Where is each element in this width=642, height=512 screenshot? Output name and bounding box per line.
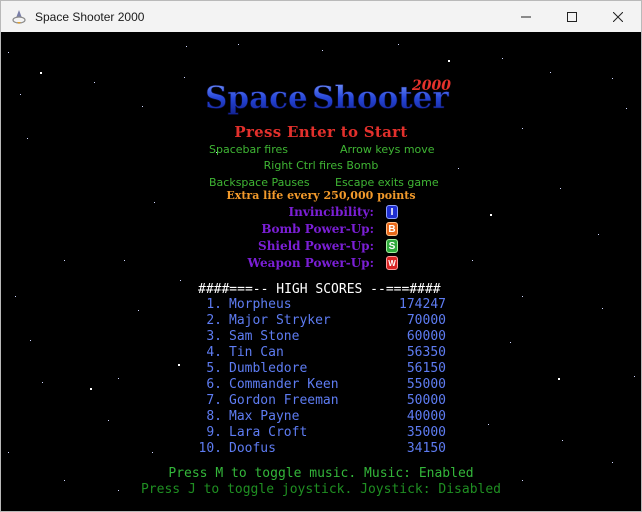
- game-screen[interactable]: Space Shooter 2000 Press Enter to Start …: [2, 32, 640, 511]
- instruction-escape: Escape exits game: [335, 176, 439, 189]
- instruction-right-ctrl: Right Ctrl fires Bomb: [263, 159, 379, 172]
- powerup-shield-label: Shield Power-Up:: [258, 239, 374, 253]
- powerup-invincibility-label: Invincibility:: [288, 205, 374, 219]
- score-name: Tin Can: [229, 345, 284, 360]
- score-value: 55000: [406, 377, 446, 392]
- score-value: 56350: [406, 345, 446, 360]
- score-name: Dumbledore: [229, 361, 308, 376]
- instruction-backspace: Backspace Pauses: [209, 176, 310, 189]
- high-scores-header: ####===-- HIGH SCORES --===####: [198, 282, 441, 297]
- score-rank: 10.: [198, 441, 222, 456]
- window-title: Space Shooter 2000: [35, 9, 145, 24]
- score-value: 174247: [399, 297, 446, 312]
- invincibility-powerup-icon: I: [386, 205, 398, 219]
- minimize-icon: [521, 16, 531, 17]
- score-name: Doofus: [229, 441, 276, 456]
- score-name: Commander Keen: [229, 377, 339, 392]
- score-name: Gordon Freeman: [229, 393, 339, 408]
- score-value: 34150: [406, 441, 446, 456]
- score-name: Sam Stone: [229, 329, 300, 344]
- score-value: 35000: [406, 425, 446, 440]
- logo-word-space: Space: [205, 80, 308, 116]
- maximize-icon: [567, 11, 577, 22]
- score-name: Morpheus: [229, 297, 292, 312]
- press-enter-text: Press Enter to Start: [234, 123, 408, 141]
- app-icon: [12, 9, 26, 24]
- score-rank: 8.: [206, 409, 222, 424]
- extra-life-text: Extra life every 250,000 points: [226, 189, 416, 202]
- score-value: 60000: [406, 329, 446, 344]
- score-value: 40000: [406, 409, 446, 424]
- score-rank: 2.: [206, 313, 222, 328]
- powerup-weapon-label: Weapon Power-Up:: [247, 256, 374, 270]
- bomb-powerup-icon: B: [386, 222, 398, 236]
- maximize-button[interactable]: [549, 1, 595, 32]
- joystick-toggle-text: Press J to toggle joystick. Joystick: Di…: [140, 482, 502, 497]
- logo-year: 2000: [411, 78, 451, 94]
- app-window: Space Shooter 2000 Space Shooter 2000 Pr…: [0, 0, 642, 512]
- minimize-button[interactable]: [503, 1, 549, 32]
- close-button[interactable]: [595, 1, 641, 32]
- weapon-powerup-icon: W: [386, 256, 398, 270]
- score-rank: 9.: [206, 425, 222, 440]
- close-icon: [613, 11, 623, 22]
- instruction-spacebar: Spacebar fires: [209, 143, 288, 156]
- game-logo: Space Shooter 2000: [205, 78, 452, 116]
- score-value: 70000: [406, 313, 446, 328]
- score-value: 56150: [406, 361, 446, 376]
- score-rank: 6.: [206, 377, 222, 392]
- music-toggle-text: Press M to toggle music. Music: Enabled: [168, 466, 474, 481]
- score-rank: 1.: [206, 297, 222, 312]
- score-name: Max Payne: [229, 409, 300, 424]
- score-rank: 7.: [206, 393, 222, 408]
- score-value: 50000: [406, 393, 446, 408]
- score-rank: 5.: [206, 361, 222, 376]
- score-name: Major Stryker: [229, 313, 331, 328]
- powerup-bomb-label: Bomb Power-Up:: [261, 222, 374, 236]
- score-rank: 4.: [206, 345, 222, 360]
- title-bar[interactable]: Space Shooter 2000: [1, 1, 641, 32]
- instruction-arrows: Arrow keys move: [340, 143, 435, 156]
- score-name: Lara Croft: [229, 425, 308, 440]
- score-rank: 3.: [206, 329, 222, 344]
- shield-powerup-icon: S: [386, 239, 398, 253]
